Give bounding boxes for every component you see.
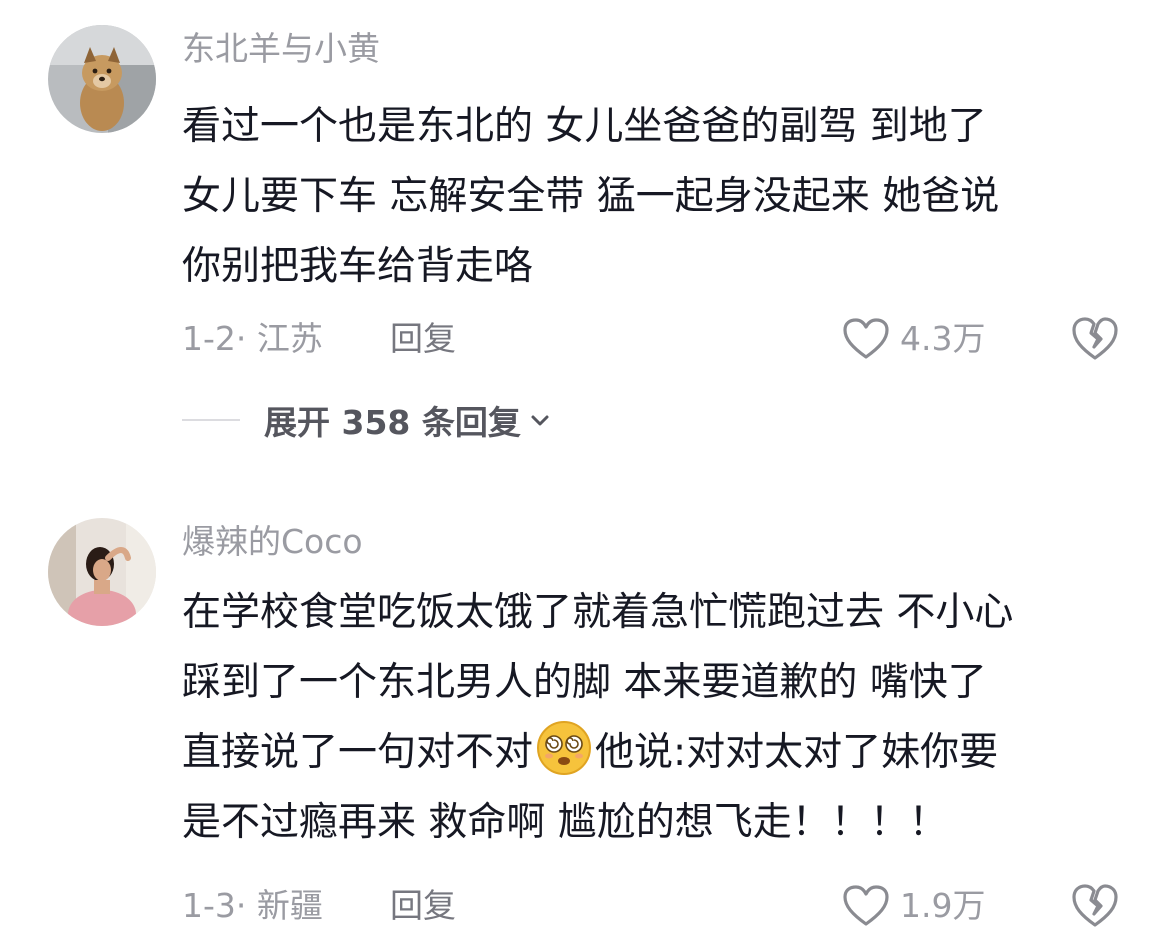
avatar[interactable] <box>48 518 156 626</box>
reply-button[interactable]: 回复 <box>390 881 456 931</box>
dizzy-face-emoji-icon <box>537 721 592 775</box>
comment-text-segment: 直接说了一句对不对 <box>182 730 534 775</box>
comment-text-segment: 他说:对对太对了妹你要 <box>595 730 999 775</box>
comment-line-with-emoji: 直接说了一句对不对 他说:对对太对了妹你要 <box>182 718 1142 788</box>
comment-item: 爆辣的Coco 在学校食堂吃饭太饿了就着急忙慌跑过去 不小心 踩到了一个东北男人… <box>0 0 1170 949</box>
like-count: 1.9万 <box>900 886 986 925</box>
dislike-button[interactable] <box>1070 881 1120 931</box>
like-button[interactable]: 1.9万 <box>842 881 985 931</box>
comment-line: 是不过瘾再来 救命啊 尴尬的想飞走！！！！ <box>182 800 948 845</box>
woman-photo-avatar-icon <box>48 518 156 626</box>
broken-heart-icon <box>1072 884 1118 927</box>
username[interactable]: 爆辣的Coco <box>182 520 363 564</box>
comment-line: 在学校食堂吃饭太饿了就着急忙慌跑过去 不小心 <box>182 590 1014 635</box>
heart-icon <box>843 885 889 926</box>
comment-line: 踩到了一个东北男人的脚 本来要道歉的 嘴快了 <box>182 660 987 705</box>
comment-text: 在学校食堂吃饭太饿了就着急忙慌跑过去 不小心 踩到了一个东北男人的脚 本来要道歉… <box>182 578 1142 858</box>
date-location: 1-3· 新疆 <box>182 886 323 925</box>
